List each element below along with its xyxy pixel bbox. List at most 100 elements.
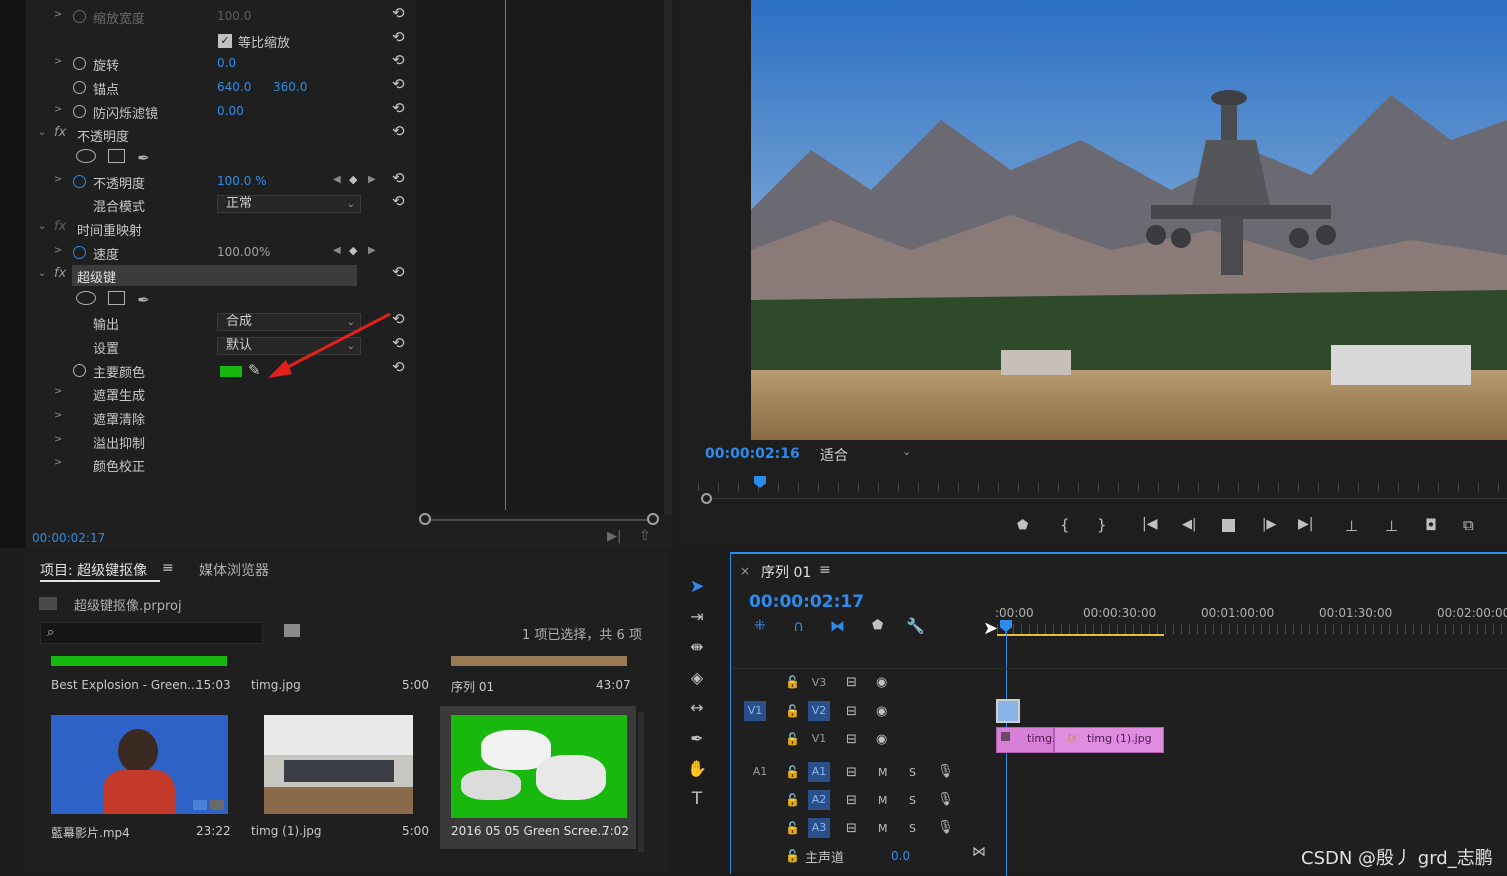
track-v3-label[interactable]: V3 [808,673,830,693]
effect-ultra-key-header[interactable]: ⌄ fx 超级键 [32,264,416,287]
eye-icon[interactable]: ◉ [876,732,887,747]
pen-mask-icon[interactable]: ✒ [137,291,150,309]
hamburger-menu-icon[interactable]: ≡ [819,562,831,578]
key-color-swatch[interactable] [220,366,242,377]
timeline-ruler-ticks[interactable] [997,624,1507,634]
reset-icon[interactable]: ⟲ [392,169,405,187]
stopwatch-icon[interactable] [73,57,86,70]
rectangle-mask-icon[interactable] [108,149,126,163]
track-a2-label[interactable]: A2 [808,790,830,810]
blend-mode-dropdown[interactable]: 正常 ⌄ [217,195,361,213]
source-a1-patch[interactable]: A1 [749,762,771,782]
program-timecode[interactable]: 00:00:02:16 [705,446,800,462]
reset-icon[interactable]: ⟲ [392,99,405,117]
monitor-ruler[interactable] [698,483,1507,491]
clip-v2-selected[interactable] [996,699,1020,723]
solo-button[interactable]: S [909,766,916,779]
mute-button[interactable]: M [878,794,888,807]
thumbnail-blue-screen-video[interactable] [51,715,228,814]
eye-icon[interactable]: ◉ [876,704,887,719]
clip-timg-1[interactable]: fx timg (1).jpg [1054,727,1164,753]
fit-dropdown[interactable]: 适合 ⌄ [820,445,916,464]
tab-media-browser[interactable]: 媒体浏览器 [199,560,269,580]
anchor-y-value[interactable]: 360.0 [273,80,307,94]
sync-lock-icon[interactable]: ⊟ [846,704,857,719]
pen-tool-icon[interactable]: ✒ [686,729,708,751]
work-area-bar[interactable] [997,634,1164,636]
sync-lock-icon[interactable]: ⊟ [846,793,857,808]
reset-icon[interactable]: ⟲ [392,28,405,46]
search-input[interactable]: ⌕ [40,622,263,644]
fx-icon[interactable]: fx [54,219,66,234]
eye-icon[interactable]: ◉ [876,675,887,690]
reset-icon[interactable]: ⟲ [392,75,405,93]
prev-keyframe-icon[interactable]: ◀ [333,245,341,256]
stop-icon[interactable] [1222,519,1235,532]
scroll-handle-right[interactable] [647,513,659,525]
add-marker-icon[interactable]: ⬟ [872,618,883,633]
lock-icon[interactable]: 🔓 [785,675,800,689]
hamburger-menu-icon[interactable]: ≡ [162,560,174,576]
lock-icon[interactable]: 🔓 [785,793,800,807]
go-to-out-icon[interactable]: ▶| [1298,516,1313,532]
ripple-edit-tool-icon[interactable]: ⇼ [686,637,708,659]
stopwatch-icon[interactable] [73,10,86,23]
ellipse-mask-icon[interactable] [76,149,96,163]
stopwatch-icon[interactable] [73,105,86,118]
wrench-icon[interactable]: 🔧 [906,617,925,635]
sync-lock-icon[interactable]: ⊟ [846,765,857,780]
chevron-right-icon[interactable]: > [54,174,62,185]
reset-icon[interactable]: ⟲ [392,51,405,69]
track-a1-label[interactable]: A1 [808,762,830,782]
sequence-tab[interactable]: 序列 01 [761,562,811,582]
nest-icon[interactable]: ⁜ [754,618,766,634]
chevron-down-icon[interactable]: ⌄ [38,221,46,232]
row-spill-suppression[interactable]: > 溢出抑制 [32,430,416,453]
sequence-timecode[interactable]: 00:00:02:17 [749,592,864,612]
slip-tool-icon[interactable]: ↔ [686,698,708,720]
add-keyframe-icon[interactable]: ◆ [349,244,357,257]
chevron-down-icon[interactable]: ⌄ [38,268,46,279]
uniform-scale-checkbox[interactable]: ✓ [218,34,232,48]
project-scrollbar[interactable] [638,712,644,852]
pen-mask-icon[interactable]: ✒ [137,149,150,167]
row-value[interactable]: 100.00% [217,245,270,259]
thumbnail-office-image[interactable] [264,715,413,814]
next-keyframe-icon[interactable]: ▶ [368,245,376,256]
chevron-right-icon[interactable]: > [54,457,62,468]
ellipse-mask-icon[interactable] [76,291,96,305]
scroll-handle-left[interactable] [419,513,431,525]
marker-icon[interactable]: ⬟ [1017,518,1028,533]
lock-icon[interactable]: 🔓 [785,849,800,863]
thumbnail-green-screen-clouds[interactable] [451,715,627,818]
reset-icon[interactable]: ⟲ [392,4,405,22]
filter-icon[interactable]: ▶| [607,529,621,544]
chevron-right-icon[interactable]: > [54,9,62,20]
eyedropper-icon[interactable]: ✎ [248,361,261,379]
prev-keyframe-icon[interactable]: ◀ [333,174,341,185]
chevron-right-icon[interactable]: > [54,245,62,256]
stopwatch-icon[interactable] [73,175,86,188]
effect-timecode[interactable]: 00:00:02:17 [32,531,105,545]
track-v1-label[interactable]: V1 [808,729,830,749]
snap-icon[interactable]: ∩ [793,617,804,635]
step-forward-icon[interactable]: |▶ [1262,517,1276,532]
reset-icon[interactable]: ⟲ [392,263,405,281]
tab-project[interactable]: 项目: 超级键抠像 [40,560,147,580]
row-matte-cleanup[interactable]: > 遮罩清除 [32,406,416,429]
mark-in-icon[interactable]: { [1060,516,1070,534]
lock-icon[interactable]: 🔓 [785,765,800,779]
effect-zoom-scrollbar[interactable] [424,519,654,521]
solo-button[interactable]: S [909,822,916,835]
add-keyframe-icon[interactable]: ◆ [349,173,357,186]
end-icon[interactable]: ⋈ [972,844,986,860]
effect-time-remap-header[interactable]: ⌄ fx 时间重映射 [32,217,416,240]
reset-icon[interactable]: ⟲ [392,122,405,140]
track-select-tool-icon[interactable]: ⇥ [686,607,708,629]
fx-icon[interactable]: fx [54,266,66,281]
chevron-down-icon[interactable]: ⌄ [38,127,46,138]
chevron-right-icon[interactable]: > [54,386,62,397]
source-v1-patch[interactable]: V1 [744,701,766,721]
mute-button[interactable]: M [878,822,888,835]
microphone-icon[interactable]: 🎙 [937,792,954,807]
